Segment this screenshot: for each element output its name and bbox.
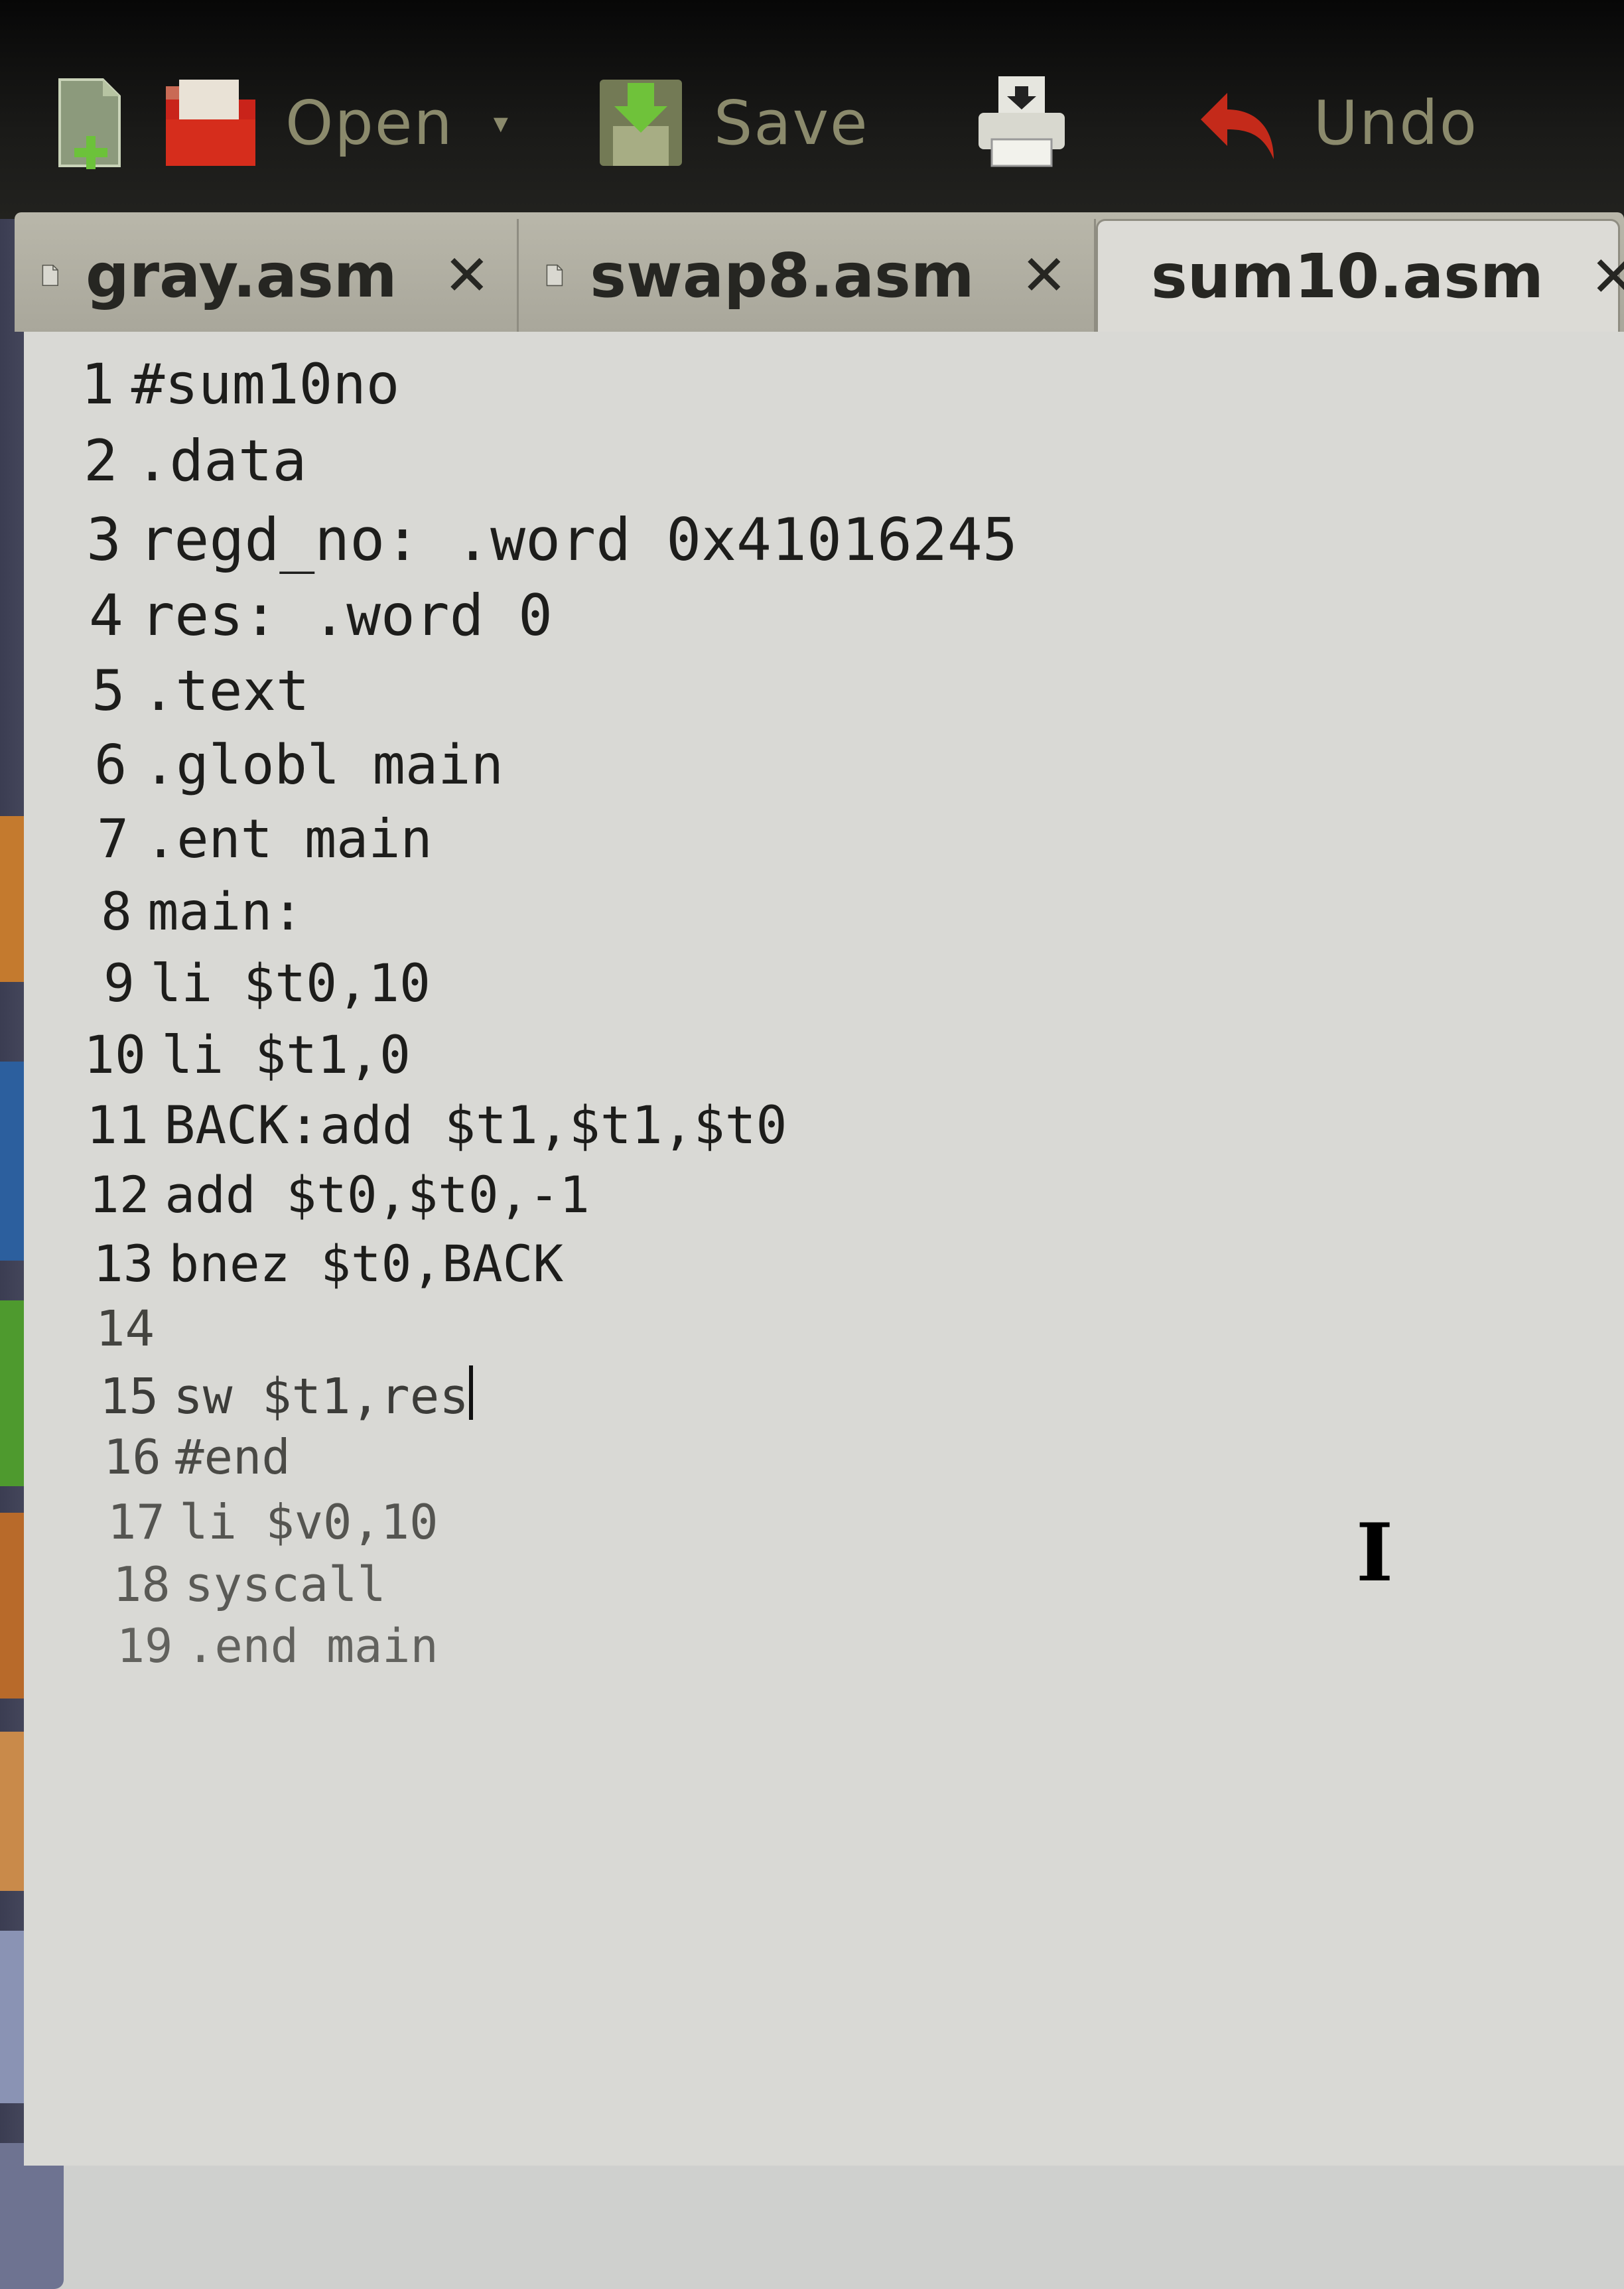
line-text: #sum10no <box>131 352 400 417</box>
document-icon <box>42 264 58 287</box>
line-number: 11 <box>86 1096 149 1156</box>
tab-swap8-asm[interactable]: swap8.asm ✕ <box>519 219 1096 332</box>
code-line: 19 .end main <box>117 1619 439 1673</box>
save-icon <box>599 80 682 166</box>
line-number: 9 <box>103 954 135 1014</box>
new-document-icon <box>58 78 121 169</box>
open-dropdown-icon[interactable]: ▾ <box>494 106 508 140</box>
line-text: regd_no: .word 0x41016245 <box>139 506 1018 574</box>
line-text: .data <box>135 428 307 494</box>
line-number: 8 <box>101 882 132 942</box>
toolbar: Open ▾ Save Undo <box>46 60 1612 186</box>
code-line: 1 #sum10no <box>81 352 399 417</box>
close-icon[interactable]: ✕ <box>1021 243 1067 308</box>
code-line: 10 li $t1,0 <box>84 1026 411 1085</box>
line-number: 16 <box>103 1429 161 1485</box>
line-text: li $t1,0 <box>161 1026 411 1085</box>
print-icon <box>978 76 1065 167</box>
line-text: .end main <box>186 1619 439 1673</box>
line-number: 19 <box>117 1619 173 1673</box>
code-line: 11 BACK:add $t1,$t1,$t0 <box>86 1096 787 1156</box>
text-caret <box>468 1365 473 1420</box>
code-editor[interactable]: 1 #sum10no 2 .data 3 regd_no: .word 0x41016… <box>24 332 1624 2166</box>
line-number: 5 <box>92 658 125 723</box>
code-line: 16 #end <box>103 1429 291 1485</box>
line-number: 1 <box>81 352 115 417</box>
line-text: syscall <box>184 1557 386 1612</box>
line-text: res: .word 0 <box>140 583 553 649</box>
document-icon <box>546 264 563 287</box>
open-button[interactable]: Open ▾ <box>159 73 568 173</box>
close-icon[interactable]: ✕ <box>1590 244 1624 309</box>
line-text: .globl main <box>143 734 504 797</box>
line-number: 17 <box>107 1494 165 1550</box>
code-line: 7 .ent main <box>97 808 433 870</box>
line-number: 14 <box>96 1300 155 1357</box>
print-button[interactable] <box>975 73 1068 173</box>
line-text: #end <box>175 1429 291 1485</box>
line-number: 4 <box>89 583 123 649</box>
line-text: sw $t1,res <box>173 1368 469 1425</box>
code-line: 4 res: .word 0 <box>89 583 553 649</box>
undo-button[interactable]: Undo <box>1194 73 1478 173</box>
new-button[interactable] <box>46 73 133 173</box>
code-line: 8 main: <box>101 882 303 942</box>
line-text: main: <box>147 882 304 942</box>
code-line: 14 <box>96 1300 169 1357</box>
line-text: .text <box>141 658 310 723</box>
line-text: .ent main <box>145 808 433 870</box>
open-label: Open <box>285 87 454 159</box>
tab-label: gray.asm <box>85 240 397 311</box>
tab-label: swap8.asm <box>590 240 975 311</box>
code-line: 9 li $t0,10 <box>103 954 431 1014</box>
code-line: 15 sw $t1,res <box>100 1365 473 1425</box>
code-line: 13 bnez $t0,BACK <box>93 1234 563 1293</box>
tab-gray-asm[interactable]: gray.asm ✕ <box>15 219 519 332</box>
line-number: 3 <box>86 506 121 574</box>
line-number: 10 <box>84 1026 146 1085</box>
tab-label: sum10.asm <box>1151 241 1544 312</box>
line-number: 2 <box>84 428 118 494</box>
line-number: 18 <box>113 1557 170 1612</box>
code-line: 17 li $v0,10 <box>107 1494 438 1550</box>
tab-bar: gray.asm ✕ swap8.asm ✕ sum10.asm ✕ <box>15 212 1624 332</box>
code-line: 2 .data <box>84 428 306 494</box>
line-number: 13 <box>93 1234 154 1293</box>
open-folder-icon <box>166 80 255 166</box>
undo-label: Undo <box>1313 87 1478 159</box>
code-line: 5 .text <box>92 658 310 723</box>
line-number: 15 <box>100 1368 159 1425</box>
line-number: 7 <box>97 808 129 870</box>
code-line: 18 syscall <box>113 1557 386 1612</box>
close-icon[interactable]: ✕ <box>444 243 490 308</box>
save-label: Save <box>713 87 869 159</box>
line-text: li $t0,10 <box>150 954 431 1014</box>
save-button[interactable]: Save <box>594 73 869 173</box>
code-line: 12 add $t0,$t0,-1 <box>89 1165 590 1224</box>
text-ibeam-icon: I <box>1356 1506 1394 1600</box>
line-text: bnez $t0,BACK <box>169 1234 564 1293</box>
line-text: add $t0,$t0,-1 <box>165 1165 590 1224</box>
code-line: 3 regd_no: .word 0x41016245 <box>86 506 1018 574</box>
code-line: 6 .globl main <box>94 734 504 797</box>
line-text: li $v0,10 <box>179 1494 439 1550</box>
line-number: 12 <box>89 1165 150 1224</box>
line-number: 6 <box>94 734 127 797</box>
line-text: BACK:add $t1,$t1,$t0 <box>164 1096 787 1156</box>
tab-sum10-asm[interactable]: sum10.asm ✕ <box>1096 219 1624 332</box>
undo-arrow-icon <box>1200 93 1274 159</box>
